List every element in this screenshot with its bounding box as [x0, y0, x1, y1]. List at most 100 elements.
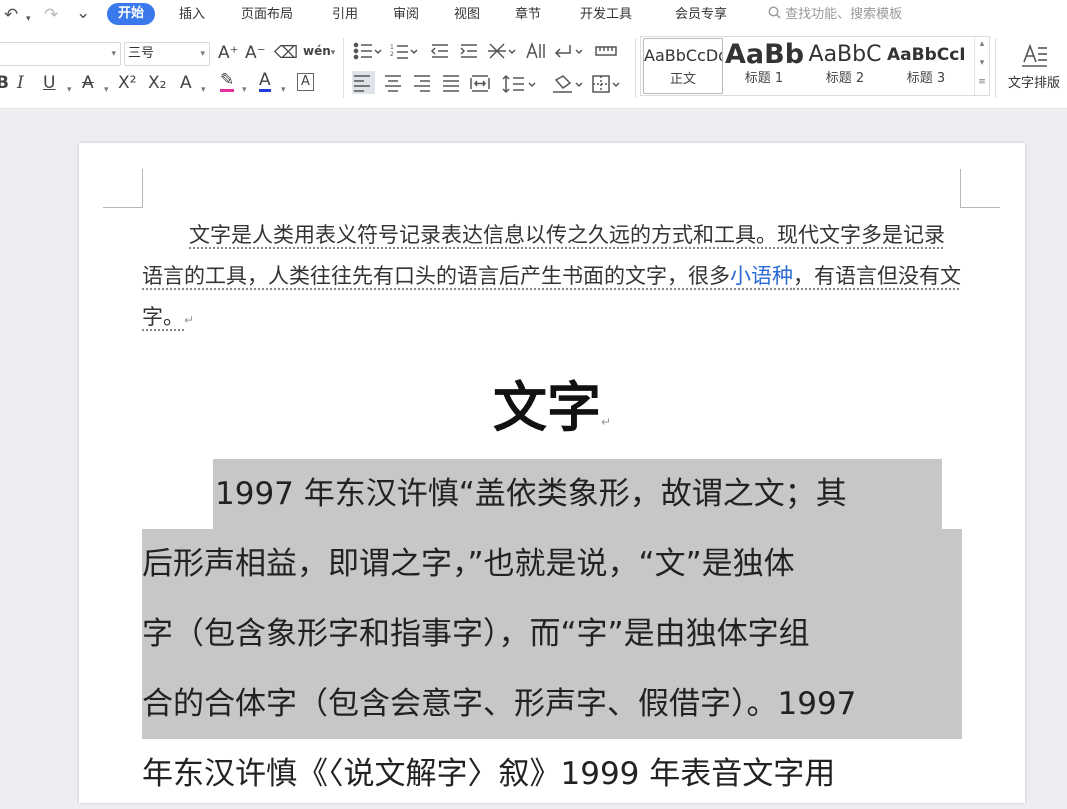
text-layout-label: 文字排版 — [1002, 76, 1066, 92]
chevron-down-icon[interactable]: ▾ — [201, 80, 206, 100]
style-gallery-scroll[interactable]: ▴ ▾ ≡ — [974, 37, 989, 95]
style-name: 正文 — [644, 71, 722, 89]
document-page[interactable]: 文字是人类用表义符号记录表达信息以传之久远的方式和工具。现代文字多是记录语言的工… — [79, 143, 1025, 803]
justify-icon[interactable] — [443, 76, 459, 91]
tab-insert[interactable]: 插入 — [179, 6, 205, 24]
pinyin-label: wén — [303, 44, 331, 58]
style-heading-3[interactable]: AaBbCcI 标题 3 — [887, 38, 965, 92]
ribbon-divider — [995, 38, 996, 98]
style-sample: AaBbC — [806, 38, 884, 70]
style-normal[interactable]: AaBbCcDd 正文 — [643, 38, 723, 94]
clear-format-button[interactable]: ⌫ — [274, 43, 298, 63]
strikethrough-button[interactable]: A — [82, 73, 94, 93]
tab-home[interactable]: 开始 — [107, 3, 155, 25]
chevron-down-icon[interactable]: ▾ — [242, 80, 247, 100]
ribbon-toolbar: ▾ 三号 ▾ A⁺ A⁻ ⌫ wén▾ B I U ▾ A ▾ X² X₂ A … — [0, 30, 1067, 109]
bullet-list-icon[interactable] — [354, 43, 381, 58]
chinese-layout-icon[interactable] — [488, 44, 515, 58]
margin-corner-marker — [960, 169, 1000, 208]
style-name: 标题 2 — [806, 70, 884, 88]
chevron-down-icon[interactable]: ▾ — [281, 80, 286, 100]
text-layout-icon — [1019, 40, 1049, 70]
font-color-button[interactable]: A — [259, 71, 271, 92]
paragraph-tools: 12 — [352, 42, 632, 102]
margin-corner-marker — [103, 169, 143, 208]
ribbon-divider — [343, 38, 344, 98]
chevron-down-icon[interactable]: ▾ — [104, 80, 109, 100]
body-line: 1997 年东汉许慎“盖依类象形，故谓之文；其 — [215, 459, 847, 529]
link-text[interactable]: 小语种 — [730, 264, 793, 288]
chevron-down-icon: ▾ — [331, 48, 336, 58]
shading-icon[interactable] — [553, 76, 582, 92]
line-spacing-icon[interactable] — [503, 76, 535, 92]
svg-text:2: 2 — [390, 51, 394, 58]
chevron-down-icon: ▾ — [111, 43, 116, 65]
intro-text: 文字是人类用表义符号记录表达信息以传之久远的方式和工具。现代文字多是记录语言的工… — [142, 223, 961, 329]
search-icon — [768, 6, 781, 19]
body-line: 后形声相益，即谓之字，”也就是说，“文”是独体 — [142, 529, 795, 599]
distributed-align-icon[interactable] — [471, 76, 489, 91]
italic-button[interactable]: I — [17, 73, 24, 93]
svg-text:1: 1 — [390, 44, 394, 51]
tab-review[interactable]: 审阅 — [393, 6, 419, 24]
text-effect-button[interactable]: A — [180, 73, 192, 93]
highlight-button[interactable]: ✎ — [220, 71, 234, 92]
tab-member[interactable]: 会员专享 — [675, 6, 727, 24]
ruler-icon[interactable] — [596, 47, 616, 55]
body-line: 字（包含象形字和指事字），而“字”是由独体字组 — [142, 599, 810, 669]
superscript-button[interactable]: X² — [118, 73, 136, 93]
style-heading-2[interactable]: AaBbC 标题 2 — [806, 38, 884, 92]
heading-text: 文字 — [493, 375, 601, 439]
style-sample: AaBbCcI — [887, 38, 965, 70]
redo-icon[interactable]: ↷ — [44, 5, 58, 25]
tab-developer[interactable]: 开发工具 — [580, 6, 632, 24]
body-line: 合的合体字（包含会意字、形声字、假借字）。1997 — [142, 669, 856, 739]
menu-bar: ↶ ▾ ↷ ⌄ 开始 插入 页面布局 引用 审阅 视图 章节 开发工具 会员专享… — [0, 0, 1067, 30]
style-name: 标题 3 — [887, 70, 965, 88]
style-name: 标题 1 — [725, 70, 803, 88]
line-break-icon[interactable] — [556, 45, 582, 57]
decrease-indent-icon[interactable] — [432, 45, 448, 57]
chevron-down-icon: ▾ — [200, 43, 205, 65]
paragraph-mark: ↵ — [184, 313, 194, 327]
undo-icon[interactable]: ↶ — [4, 5, 18, 25]
chevron-down-icon[interactable]: ▾ — [67, 80, 72, 100]
shrink-font-button[interactable]: A⁻ — [245, 43, 266, 63]
font-size-value: 三号 — [125, 46, 154, 61]
text-direction-icon[interactable] — [527, 44, 544, 58]
char-border-button[interactable]: A — [297, 73, 314, 91]
text-layout-button[interactable]: 文字排版 — [1002, 40, 1066, 92]
undo-dropdown-icon[interactable]: ▾ — [26, 9, 31, 29]
quick-access-more-icon[interactable]: ⌄ — [76, 3, 90, 23]
body-line: 年东汉许慎《〈说文解字〉叙》1999 年表音文字用 — [142, 739, 835, 809]
numbered-list-icon[interactable]: 12 — [390, 44, 417, 58]
pinyin-guide-button[interactable]: wén▾ — [303, 41, 335, 63]
underline-button[interactable]: U — [43, 73, 55, 93]
borders-icon[interactable] — [593, 76, 619, 92]
align-center-icon[interactable] — [385, 76, 401, 91]
style-sample: AaBb — [725, 38, 803, 70]
subscript-button[interactable]: X₂ — [148, 73, 166, 93]
tab-chapter[interactable]: 章节 — [515, 6, 541, 24]
style-heading-1[interactable]: AaBb 标题 1 — [725, 38, 803, 92]
font-size-dropdown[interactable]: 三号 ▾ — [124, 42, 210, 66]
intro-paragraph[interactable]: 文字是人类用表义符号记录表达信息以传之久远的方式和工具。现代文字多是记录语言的工… — [142, 215, 962, 341]
document-heading[interactable]: 文字↵ — [79, 371, 1025, 458]
chevron-up-icon[interactable]: ▴ — [975, 37, 989, 51]
align-right-icon[interactable] — [414, 76, 430, 91]
font-name-dropdown[interactable]: ▾ — [0, 42, 121, 66]
tab-page-layout[interactable]: 页面布局 — [241, 6, 293, 24]
chevron-down-icon[interactable]: ▾ — [975, 51, 989, 75]
search-placeholder: 查找功能、搜索模板 — [785, 7, 902, 22]
search-box[interactable]: 查找功能、搜索模板 — [768, 6, 902, 24]
tab-view[interactable]: 视图 — [454, 6, 480, 24]
bold-button[interactable]: B — [0, 73, 9, 93]
expand-icon[interactable]: ≡ — [975, 75, 989, 89]
paragraph-mark: ↵ — [601, 415, 611, 429]
increase-indent-icon[interactable] — [461, 45, 477, 57]
ribbon-divider — [635, 38, 636, 98]
style-sample: AaBbCcDd — [644, 39, 722, 71]
style-gallery: AaBbCcDd 正文 AaBb 标题 1 AaBbC 标题 2 AaBbCcI… — [640, 36, 990, 96]
grow-font-button[interactable]: A⁺ — [218, 43, 239, 63]
tab-references[interactable]: 引用 — [332, 6, 358, 24]
